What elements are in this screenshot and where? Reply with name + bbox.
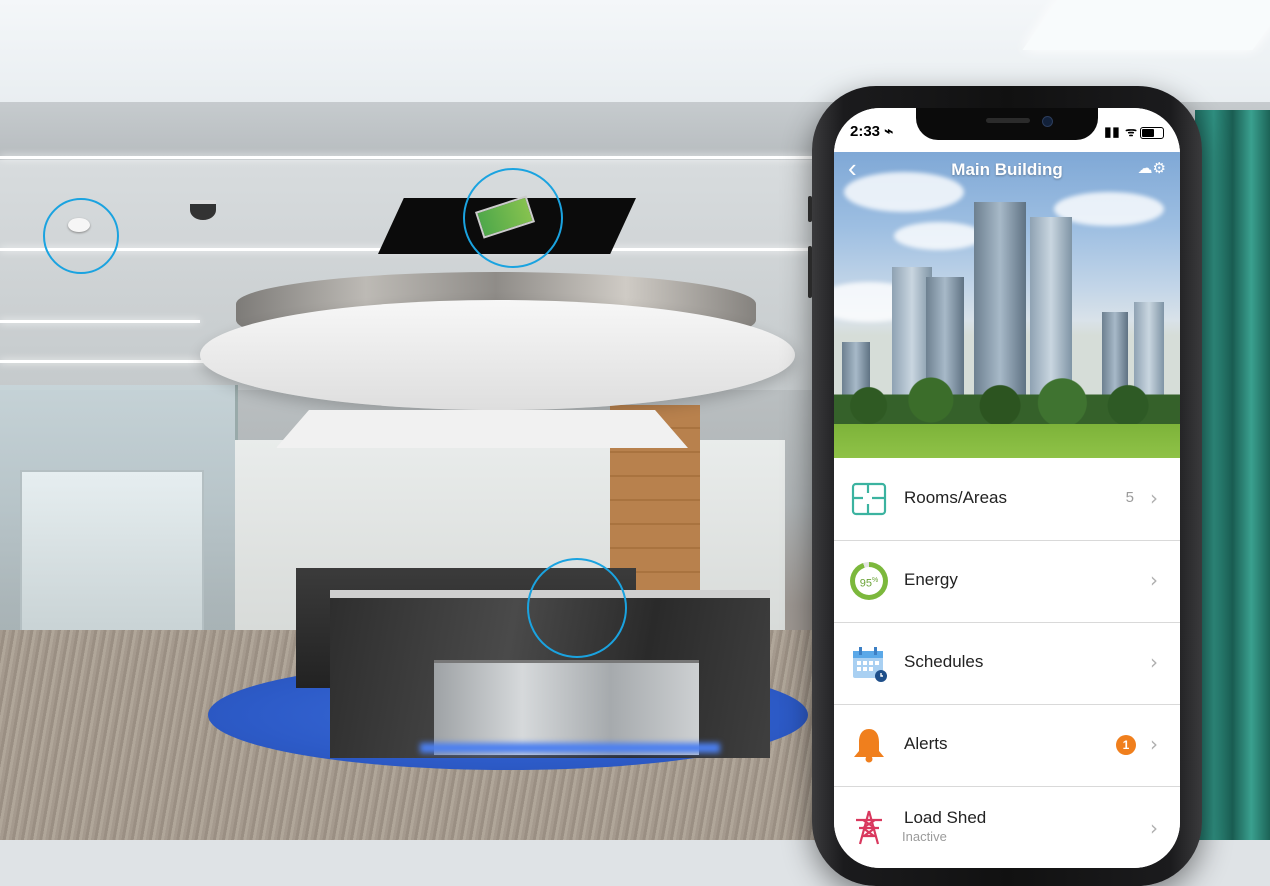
menu-item-energy[interactable]: 95% Energy ›: [834, 540, 1180, 623]
power-tower-icon: [856, 810, 882, 845]
floorplan-icon: [851, 482, 887, 516]
alert-badge: 1: [1116, 735, 1136, 755]
chevron-right-icon: ›: [1150, 816, 1158, 840]
cloud: [894, 222, 984, 250]
energy-unit: %: [872, 577, 879, 584]
grass: [834, 424, 1180, 458]
notch: [916, 108, 1098, 140]
menu-item-load-shed[interactable]: Load Shed Inactive ›: [834, 786, 1180, 868]
load-shed-status: Inactive: [902, 829, 947, 844]
desk-steel-panel: [434, 660, 699, 755]
menu-item-rooms-areas[interactable]: Rooms/Areas 5 ›: [834, 458, 1180, 541]
green-glass-partition: [1195, 110, 1270, 840]
chevron-right-icon: ›: [1150, 732, 1158, 756]
menu-item-label: Load Shed: [904, 808, 987, 827]
light-strip: [0, 360, 220, 363]
menu-item-label: Rooms/Areas: [904, 488, 1007, 507]
phone-button: [808, 196, 812, 222]
light-strip: [0, 156, 820, 159]
security-camera: [190, 200, 216, 220]
highlight-circle: [527, 558, 627, 658]
menu-item-label: Energy: [904, 570, 958, 589]
phone-screen: 2:33 ⌁ ▮▮ ᯤ ‹ Main Building ☁⚙ Rooms/Are…: [834, 108, 1180, 868]
skylight: [1022, 0, 1270, 50]
building-hero-image: [834, 152, 1180, 458]
ceiling-ring-fixture: [200, 300, 795, 410]
smartphone: 2:33 ⌁ ▮▮ ᯤ ‹ Main Building ☁⚙ Rooms/Are…: [808, 86, 1202, 886]
battery-icon: [1140, 126, 1164, 139]
status-time: 2:33 ⌁: [850, 123, 894, 140]
office-window: [20, 470, 204, 634]
nav-bar: ‹ Main Building ☁⚙: [834, 152, 1180, 188]
energy-value: 95: [859, 577, 872, 590]
page-title: Main Building: [951, 160, 1063, 179]
ceiling-panel-light: [276, 410, 688, 448]
chevron-right-icon: ›: [1150, 650, 1158, 674]
highlight-circle: [43, 198, 119, 274]
chevron-right-icon: ›: [1150, 568, 1158, 592]
signal-wifi-icon: ▮▮ ᯤ: [1104, 124, 1138, 139]
menu-list: Rooms/Areas 5 › 95% Energy › Schedules ›…: [834, 458, 1180, 868]
rooms-count: 5: [1125, 489, 1134, 506]
front-camera: [1042, 116, 1053, 127]
energy-percent: 95%: [855, 567, 883, 595]
energy-ring-icon: 95%: [850, 562, 888, 600]
chevron-right-icon: ›: [1150, 486, 1158, 510]
cloud-settings-icon[interactable]: ☁⚙: [1138, 159, 1166, 177]
desk-glow: [420, 743, 720, 753]
phone-button: [808, 246, 812, 298]
tree-line: [834, 372, 1180, 428]
glass-office: [0, 385, 238, 640]
speaker: [986, 118, 1030, 123]
menu-item-alerts[interactable]: Alerts 1 ›: [834, 704, 1180, 787]
calendar-icon: [853, 647, 887, 682]
menu-item-label: Alerts: [904, 734, 948, 753]
menu-item-schedules[interactable]: Schedules ›: [834, 622, 1180, 705]
status-icons: ▮▮ ᯤ: [1104, 122, 1164, 140]
highlight-circle: [463, 168, 563, 268]
menu-item-label: Schedules: [904, 652, 984, 671]
light-strip: [0, 320, 200, 323]
bell-icon: [854, 729, 884, 763]
